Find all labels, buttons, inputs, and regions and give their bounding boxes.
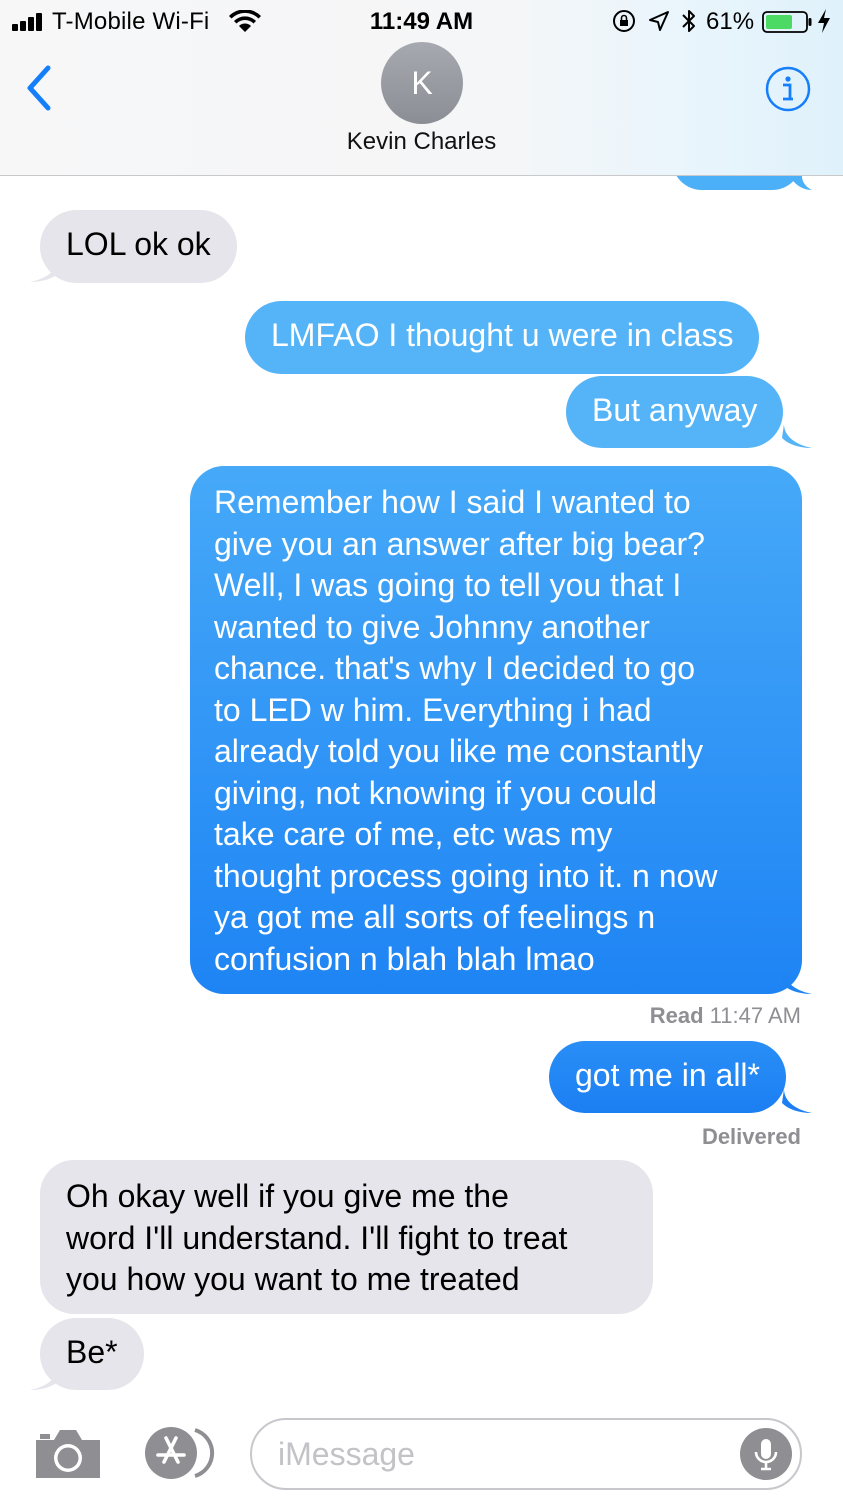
message-text: LOL ok ok xyxy=(66,226,211,262)
bubble-tail xyxy=(782,970,812,994)
battery-icon xyxy=(762,11,812,33)
message-text: But anyway xyxy=(592,392,758,428)
message-input-placeholder: iMessage xyxy=(278,1436,415,1472)
microphone-icon[interactable] xyxy=(740,1428,792,1480)
bubble-tail xyxy=(30,258,60,282)
contact-avatar[interactable]: K xyxy=(381,42,463,124)
charging-bolt-icon xyxy=(818,9,830,33)
message-line: to LED w him. Everything i had xyxy=(214,691,652,728)
message-text: Be* xyxy=(66,1334,118,1370)
read-time: 11:47 AM xyxy=(709,1003,801,1028)
message-line: Oh okay well if you give me the xyxy=(66,1178,509,1214)
battery-percentage: 61% xyxy=(706,8,755,35)
message-line: confusion n blah blah lmao xyxy=(214,940,595,977)
orientation-lock-icon xyxy=(613,10,635,32)
message-line: wanted to give Johnny another xyxy=(214,608,650,645)
message-line: chance. that's why I decided to go xyxy=(214,650,696,686)
status-bar: T-Mobile Wi-Fi 11:49 AM 61% xyxy=(0,0,843,42)
message-bubble-incoming[interactable]: Oh okay well if you give me the word I'l… xyxy=(40,1160,653,1314)
bubble-tail xyxy=(782,1089,812,1113)
contact-name[interactable]: Kevin Charles xyxy=(0,128,843,156)
location-icon xyxy=(649,11,669,31)
message-line: take care of me, etc was my xyxy=(214,816,613,852)
bubble-tail xyxy=(30,1366,60,1390)
message-bubble-incoming[interactable]: LOL ok ok xyxy=(40,210,237,283)
chevron-left-icon[interactable] xyxy=(22,64,56,112)
message-bubble-outgoing[interactable]: Remember how I said I wanted to give you… xyxy=(190,466,802,994)
delivered-receipt: Delivered xyxy=(701,1124,801,1149)
app-store-icon[interactable] xyxy=(143,1424,215,1482)
read-receipt: Read 11:47 AM xyxy=(650,1003,801,1029)
message-line: word I'll understand. I'll fight to trea… xyxy=(66,1219,568,1256)
bubble-tail xyxy=(790,176,812,190)
message-line: give you an answer after big bear? xyxy=(214,525,705,562)
bubble-tail xyxy=(782,424,812,448)
message-bubble-outgoing[interactable]: got me in all* xyxy=(549,1041,786,1113)
conversation-header: T-Mobile Wi-Fi 11:49 AM 61% K Kevin Char… xyxy=(0,0,843,176)
message-bubble-outgoing[interactable]: LMFAO I thought u were in class xyxy=(245,301,760,374)
message-text: got me in all* xyxy=(575,1057,760,1093)
read-label: Read xyxy=(649,1003,704,1028)
message-line: Remember how I said I wanted to xyxy=(214,484,691,520)
message-line: ya got me all sorts of feelings n xyxy=(214,899,656,935)
message-text: LMFAO I thought u were in class xyxy=(271,317,734,353)
message-line: already told you like me constantly xyxy=(214,733,704,769)
message-line: giving, not knowing if you could xyxy=(214,774,657,811)
camera-icon[interactable] xyxy=(34,1426,102,1480)
message-line: Well, I was going to tell you that I xyxy=(214,567,682,603)
message-input[interactable]: iMessage xyxy=(250,1418,802,1490)
message-line: thought process going into it. n now xyxy=(214,857,718,894)
info-icon[interactable] xyxy=(764,65,812,113)
bluetooth-icon xyxy=(682,10,695,32)
message-line: you how you want to me treated xyxy=(66,1261,520,1297)
message-bubble-outgoing[interactable]: But anyway xyxy=(566,376,784,448)
